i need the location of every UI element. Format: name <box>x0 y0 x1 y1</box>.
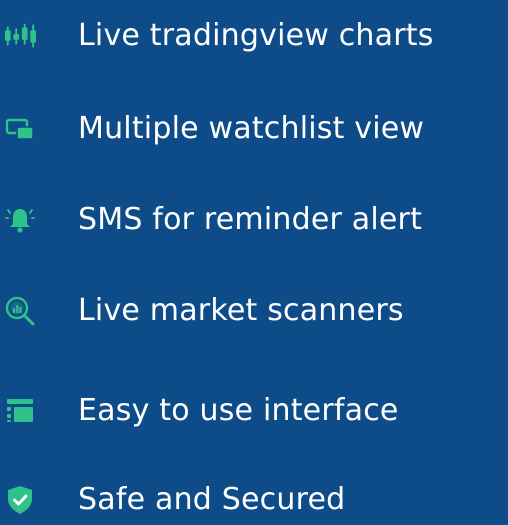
magnifier-chart-icon <box>4 295 36 327</box>
feature-label: Safe and Secured <box>78 482 346 517</box>
feature-list: Live tradingview charts Multiple watchli… <box>0 0 508 521</box>
shield-check-icon <box>4 484 36 516</box>
multi-window-icon <box>4 113 36 145</box>
layout-list-icon <box>4 395 36 427</box>
feature-label: Multiple watchlist view <box>78 111 425 146</box>
feature-label: Live market scanners <box>78 293 404 328</box>
feature-label: SMS for reminder alert <box>78 202 423 237</box>
candlestick-chart-icon <box>4 20 36 52</box>
feature-label: Easy to use interface <box>78 393 399 428</box>
feature-label: Live tradingview charts <box>78 18 434 53</box>
alarm-bell-icon <box>4 204 36 236</box>
